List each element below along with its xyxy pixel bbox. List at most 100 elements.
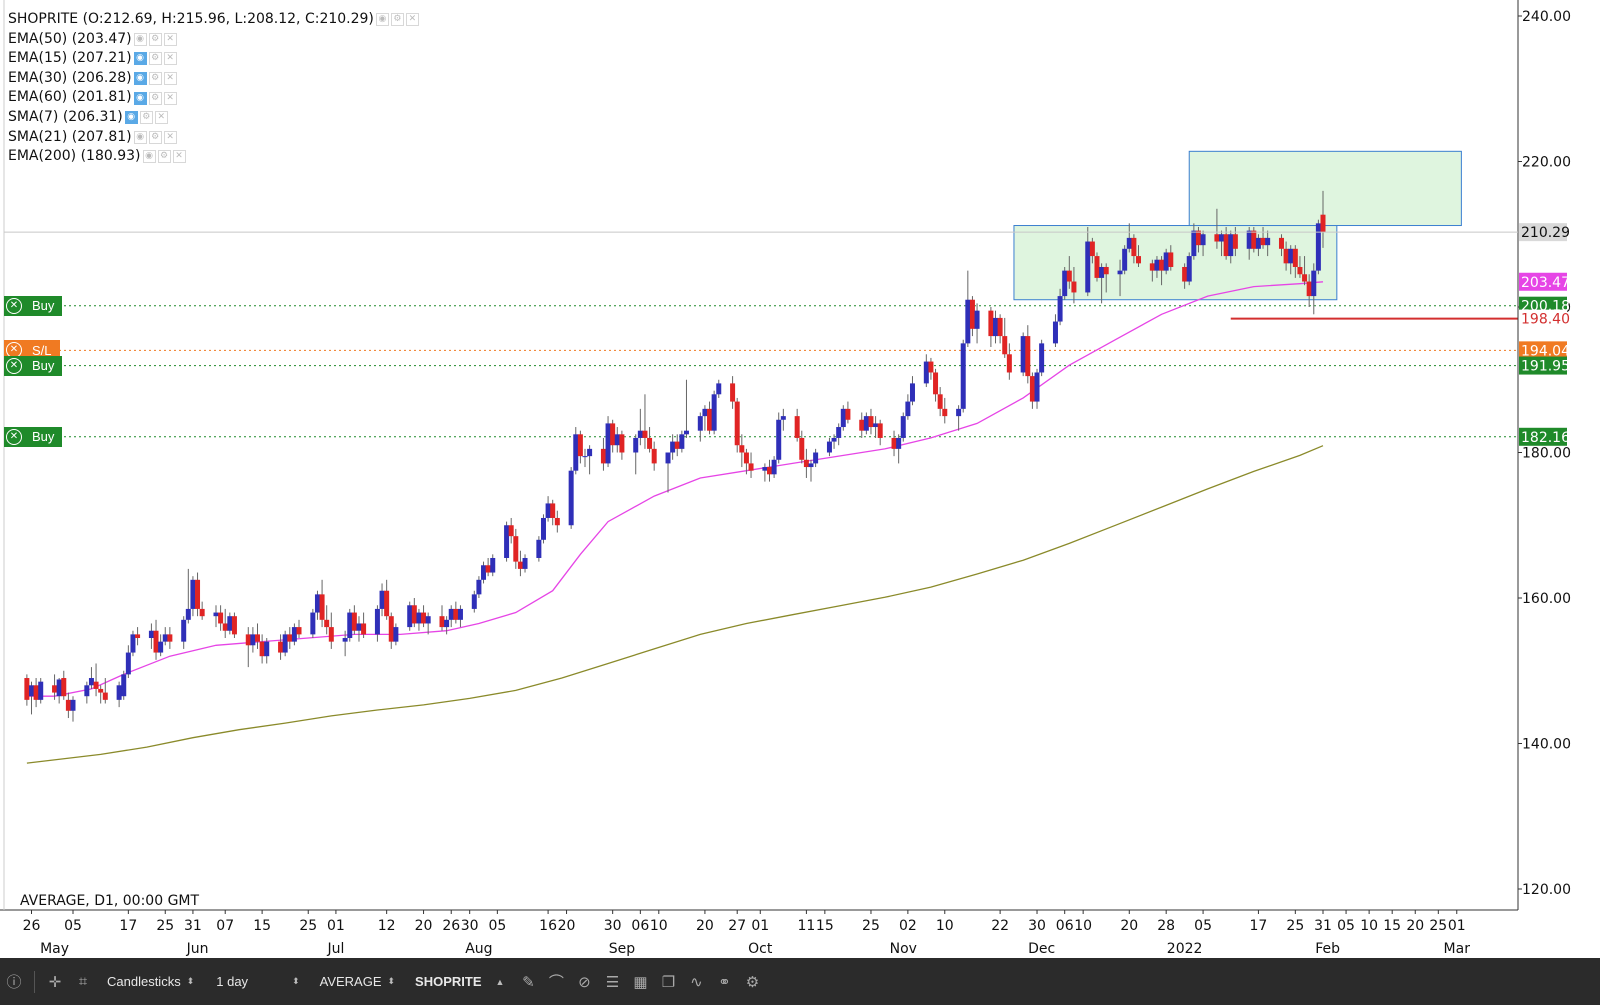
average-select[interactable]: AVERAGE ⬍ <box>312 969 403 995</box>
x-tick-label: 10 <box>650 918 668 934</box>
close-icon[interactable]: ✕ <box>163 72 177 86</box>
eye-icon[interactable]: ◉ <box>133 72 147 86</box>
candle-body <box>1029 376 1035 402</box>
pen-icon[interactable]: ✎ <box>514 968 542 996</box>
eye-icon[interactable]: ◉ <box>133 32 147 46</box>
candle-body <box>181 619 187 642</box>
x-tick-label: 12 <box>378 918 396 934</box>
average-label: AVERAGE <box>319 974 382 989</box>
candle-body <box>697 416 703 431</box>
close-icon[interactable]: ✕ <box>163 91 177 105</box>
eye-icon[interactable]: ◉ <box>375 13 389 27</box>
candle-body <box>1182 266 1188 282</box>
gear-icon[interactable]: ⚙ <box>148 91 162 105</box>
eye-icon[interactable]: ◉ <box>142 150 156 164</box>
x-month-label: Nov <box>890 941 917 957</box>
account-label: AVERAGE, D1, 00:00 GMT <box>20 893 200 909</box>
gear-icon[interactable]: ⚙ <box>139 111 153 125</box>
gear-icon[interactable]: ⚙ <box>148 72 162 86</box>
gear-icon[interactable]: ⚙ <box>157 150 171 164</box>
close-icon[interactable]: ✕ <box>405 13 419 27</box>
magnet-icon[interactable]: ⌒ <box>542 968 570 996</box>
candle-body <box>504 525 510 558</box>
candle-body <box>956 408 962 417</box>
candle-body <box>550 503 556 518</box>
candle-body <box>780 416 786 420</box>
x-tick-label: 30 <box>1028 918 1046 934</box>
close-icon[interactable]: ✕ <box>163 32 177 46</box>
close-order-icon[interactable]: ✕ <box>4 356 24 376</box>
order-tag[interactable]: ✕ Buy <box>4 426 63 447</box>
candle-body <box>1117 270 1123 275</box>
candle-body <box>1283 248 1289 264</box>
candle-body <box>577 434 583 457</box>
legend-row: SHOPRITE (O:212.69, H:215.96, L:208.12, … <box>8 10 419 30</box>
candle-body <box>1219 234 1225 242</box>
crop-icon[interactable]: ⌗ <box>69 968 97 996</box>
x-tick-label: 06 <box>1056 918 1074 934</box>
eye-icon[interactable]: ◉ <box>124 111 138 125</box>
close-icon[interactable]: ✕ <box>163 52 177 66</box>
symbol-select[interactable]: SHOPRITE ▲ <box>407 969 512 995</box>
layout-icon[interactable]: ▦ <box>626 968 654 996</box>
timeframe-select[interactable]: 1 day ⬍ <box>208 969 307 995</box>
candle-body <box>158 641 164 653</box>
candle-body <box>448 608 454 620</box>
x-tick-label: 26 <box>442 918 460 934</box>
candle-body <box>605 423 611 464</box>
candle-body <box>1246 230 1252 249</box>
eye-icon[interactable]: ◉ <box>133 91 147 105</box>
link-icon[interactable]: ⚭ <box>710 968 738 996</box>
bookmark-icon[interactable]: ❐ <box>654 968 682 996</box>
candle-body <box>582 456 588 458</box>
gear-icon[interactable]: ⚙ <box>390 13 404 27</box>
candle-body <box>642 430 648 438</box>
candle-body <box>863 416 869 431</box>
x-tick-label: 05 <box>488 918 506 934</box>
order-tag[interactable]: ✕ Buy <box>4 295 63 316</box>
candle-body <box>1006 354 1012 373</box>
indicator-icon[interactable]: ∿ <box>682 968 710 996</box>
candle-body <box>84 685 90 697</box>
bottom-toolbar: ⓘ ✛ ⌗ Candlesticks ⬍ 1 day ⬍ AVERAGE ⬍ S… <box>0 958 1600 1005</box>
crosshair-icon[interactable]: ✛ <box>41 968 69 996</box>
eye-icon[interactable]: ◉ <box>133 52 147 66</box>
close-icon[interactable]: ✕ <box>172 150 186 164</box>
eye-icon[interactable]: ◉ <box>133 130 147 144</box>
hide-icon[interactable]: ⊘ <box>570 968 598 996</box>
close-order-icon[interactable]: ✕ <box>4 296 24 316</box>
y-tick-label: 240.00 <box>1522 9 1571 25</box>
candle-body <box>93 681 99 689</box>
close-icon[interactable]: ✕ <box>163 130 177 144</box>
order-type-label: Buy <box>32 358 55 374</box>
candle-body <box>545 503 551 518</box>
x-tick-label: 10 <box>936 918 954 934</box>
trades-icon[interactable]: ☰ <box>598 968 626 996</box>
candle-body <box>937 394 943 409</box>
info-icon[interactable]: ⓘ <box>0 968 28 996</box>
candle-body <box>393 627 399 642</box>
candle-body <box>859 419 865 431</box>
candle-body <box>674 441 680 449</box>
gear-icon[interactable]: ⚙ <box>148 32 162 46</box>
chart-type-label: Candlesticks <box>107 974 181 989</box>
x-tick-label: 05 <box>1337 918 1355 934</box>
candle-body <box>1052 321 1058 344</box>
candle-body <box>195 579 201 609</box>
order-tag[interactable]: ✕ Buy <box>4 355 63 376</box>
close-order-icon[interactable]: ✕ <box>4 427 24 447</box>
gear-icon[interactable]: ⚙ <box>148 52 162 66</box>
close-icon[interactable]: ✕ <box>154 111 168 125</box>
candle-body <box>218 612 224 624</box>
x-tick-label: 16 <box>539 918 557 934</box>
chart-type-select[interactable]: Candlesticks ⬍ <box>99 969 202 995</box>
candle-body <box>231 616 237 635</box>
y-tick-label: 180.00 <box>1522 446 1571 462</box>
gear-icon[interactable]: ⚙ <box>148 130 162 144</box>
x-tick-label: 07 <box>216 918 234 934</box>
gear-icon[interactable]: ⚙ <box>738 968 766 996</box>
candle-body <box>407 605 413 628</box>
candle-body <box>1085 241 1091 293</box>
legend-label: SMA(21) (207.81) <box>8 128 132 145</box>
x-month-label: Jun <box>186 941 209 957</box>
